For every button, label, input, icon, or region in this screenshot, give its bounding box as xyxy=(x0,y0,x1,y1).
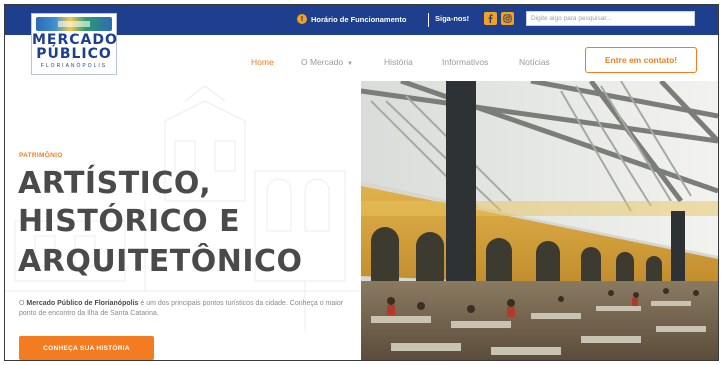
logo-line-2: PÚBLICO xyxy=(36,46,112,62)
site-logo[interactable]: MERCADO PÚBLICO FLORIANÓPOLIS xyxy=(31,13,117,75)
hero-title-line-2: HISTÓRICO E xyxy=(18,204,241,239)
hero-title-line-1: ARTÍSTICO, xyxy=(18,166,212,201)
facebook-icon[interactable] xyxy=(484,12,497,25)
follow-us-label: Siga-nos! xyxy=(435,14,470,23)
chevron-down-icon: ▼ xyxy=(347,61,353,67)
hero-text-panel: PATRIMÔNIO ARTÍSTICO, HISTÓRICO E ARQUIT… xyxy=(5,81,361,360)
contact-button[interactable]: Entre em contato! xyxy=(585,47,697,73)
browser-frame: ! Horário de Funcionamento Siga-nos! Dig… xyxy=(4,4,719,361)
hero-description: O Mercado Público de Florianópolis é um … xyxy=(19,299,344,319)
nav-item-historia[interactable]: História xyxy=(384,57,413,67)
nav-item-noticias[interactable]: Notícias xyxy=(519,57,550,67)
nav-item-home[interactable]: Home xyxy=(251,57,274,67)
clock-icon: ! xyxy=(297,14,307,24)
logo-line-1: MERCADO xyxy=(32,32,118,48)
divider xyxy=(428,13,429,27)
opening-hours-label: Horário de Funcionamento xyxy=(311,14,407,24)
logo-illustration xyxy=(36,17,112,31)
hero-title-line-3: ARQUITETÔNICO xyxy=(18,244,303,279)
instagram-icon[interactable] xyxy=(501,12,514,25)
opening-hours-link[interactable]: ! Horário de Funcionamento xyxy=(297,14,406,24)
history-cta-button[interactable]: CONHEÇA SUA HISTÓRIA xyxy=(19,336,154,360)
logo-line-3: FLORIANÓPOLIS xyxy=(40,63,108,69)
nav-item-mercado[interactable]: O Mercado ▼ xyxy=(301,57,353,67)
hero-eyebrow: PATRIMÔNIO xyxy=(19,152,63,159)
market-interior-photo xyxy=(361,81,718,360)
nav-item-informativos[interactable]: Informativos xyxy=(442,57,488,67)
search-input[interactable]: Digite algo para pesquisar... xyxy=(526,11,695,26)
hero-description-strong: Mercado Público de Florianópolis xyxy=(26,300,139,307)
nav-item-mercado-label: O Mercado xyxy=(301,57,344,67)
